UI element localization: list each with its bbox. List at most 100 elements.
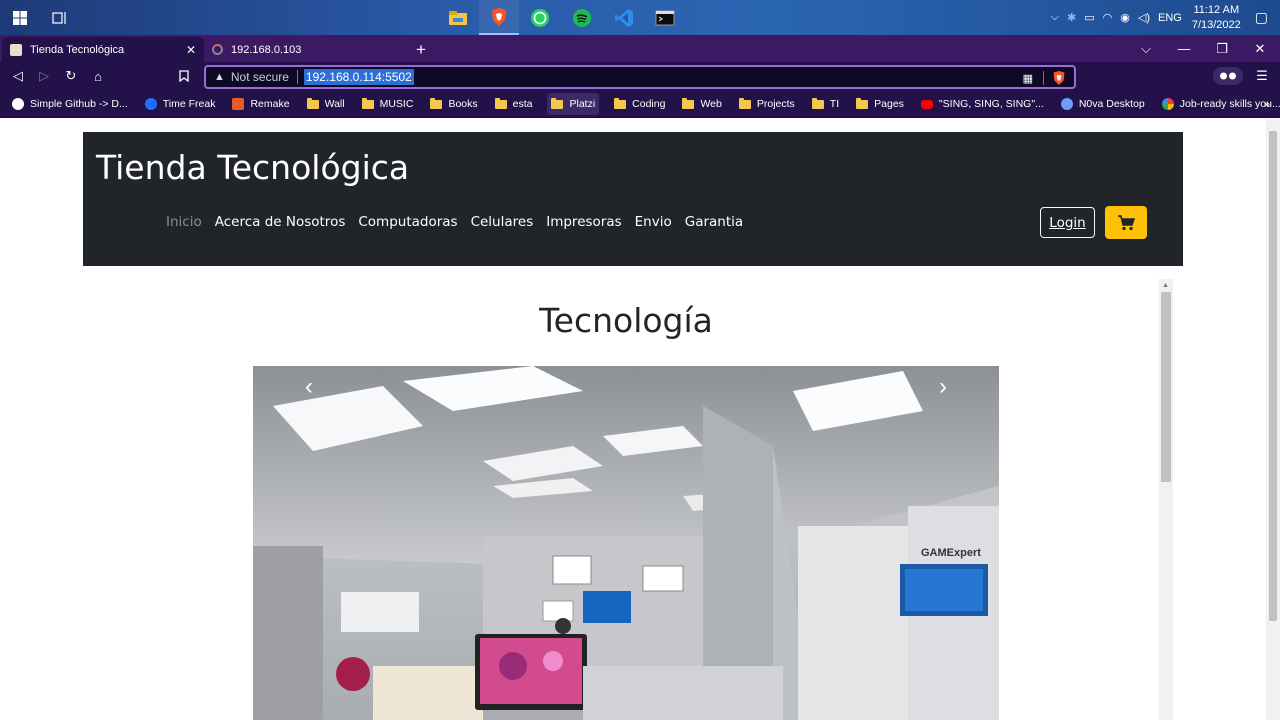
folder-icon — [306, 97, 319, 109]
bookmark-label: Pages — [874, 98, 904, 110]
content-scroll-thumb[interactable] — [1161, 292, 1171, 482]
remake-icon — [232, 98, 245, 110]
carousel-prev-button[interactable]: ‹ — [294, 372, 324, 402]
address-bar[interactable]: ▲ Not secure 192.168.0.114:5502 ▦ — [204, 65, 1076, 89]
windows-taskbar: ⌵ ✱ ▭ ◠ ◉ ◁) ENG 11:12 AM 7/13/2022 ▢ — [0, 0, 1280, 35]
minimize-icon[interactable]: — — [1165, 35, 1203, 62]
tab-search-icon[interactable]: ⌵ — [1127, 35, 1165, 62]
spotify-icon[interactable] — [562, 0, 602, 35]
scroll-up-icon[interactable]: ▲ — [1162, 282, 1169, 289]
bookmark-label: "SING, SING, SING"... — [938, 98, 1044, 110]
bookmark-item[interactable]: MUSIC — [360, 93, 416, 115]
google-icon — [1161, 98, 1174, 110]
bookmark-item[interactable]: Books — [428, 93, 479, 115]
chevron-up-icon[interactable]: ⌵ — [1051, 11, 1059, 24]
brave-shields-icon[interactable] — [1052, 70, 1066, 86]
folder-icon — [551, 97, 564, 109]
nav-link-envio[interactable]: Envio — [635, 214, 672, 230]
back-icon[interactable]: ◁ — [9, 67, 27, 85]
bookmark-item[interactable]: "SING, SING, SING"... — [919, 93, 1046, 115]
warning-icon[interactable]: ▲ — [214, 71, 225, 83]
language-indicator[interactable]: ENG — [1158, 12, 1182, 24]
bookmark-item[interactable]: N0va Desktop — [1059, 93, 1147, 115]
bookmark-label: N0va Desktop — [1078, 98, 1145, 110]
site-brand[interactable]: Tienda Tecnológica — [96, 148, 409, 187]
bookmark-item[interactable]: Remake — [230, 93, 291, 115]
restore-icon[interactable]: ❐ — [1203, 35, 1241, 62]
qr-code-icon[interactable]: ▦ — [1023, 72, 1033, 85]
bookmark-label: Time Freak — [162, 98, 216, 110]
bookmark-item[interactable]: Coding — [612, 93, 667, 115]
bookmark-icon[interactable] — [175, 67, 193, 85]
tab-192[interactable]: 192.168.0.103 — [204, 37, 400, 62]
login-button[interactable]: Login — [1040, 207, 1095, 238]
windows-start-icon[interactable] — [8, 0, 32, 35]
wifi-icon[interactable]: ◠ — [1103, 11, 1113, 24]
nav-link-garantia[interactable]: Garantia — [685, 214, 743, 230]
menu-icon[interactable]: ☰ — [1253, 67, 1271, 85]
page-scrollbar[interactable] — [1266, 119, 1280, 720]
bookmark-item[interactable]: Simple Github -> D... — [10, 93, 130, 115]
clock[interactable]: 11:12 AM 7/13/2022 — [1192, 3, 1241, 33]
bookmark-item[interactable]: Platzi — [547, 93, 600, 115]
incognito-icon[interactable] — [1213, 67, 1243, 85]
bookmark-item[interactable]: Pages — [854, 93, 906, 115]
carousel-next-button[interactable]: › — [928, 372, 958, 402]
folder-icon — [361, 97, 374, 109]
nav-link-inicio[interactable]: Inicio — [166, 214, 202, 230]
url-text[interactable]: 192.168.0.114:5502 — [303, 69, 414, 85]
folder-icon — [430, 97, 443, 109]
bookmark-label: Remake — [250, 98, 290, 110]
battery-icon[interactable]: ▭ — [1084, 11, 1094, 24]
bluetooth-icon[interactable]: ✱ — [1067, 11, 1076, 24]
nav-link-celulares[interactable]: Celulares — [471, 214, 534, 230]
nav-link-impresoras[interactable]: Impresoras — [546, 214, 621, 230]
reload-icon[interactable]: ↻ — [62, 67, 80, 85]
not-secure-label[interactable]: Not secure — [231, 70, 289, 84]
vscode-icon[interactable] — [604, 0, 644, 35]
folder-icon — [494, 97, 507, 109]
whatsapp-icon[interactable] — [520, 0, 560, 35]
brave-icon[interactable] — [479, 0, 519, 35]
bookmark-item[interactable]: Wall — [305, 93, 347, 115]
cart-button[interactable] — [1105, 206, 1147, 239]
omnibox-divider-2 — [1043, 71, 1044, 85]
bookmark-item[interactable]: Time Freak — [143, 93, 218, 115]
tab-tienda[interactable]: Tienda Tecnológica ✕ — [2, 37, 204, 62]
bookmark-label: Platzi — [569, 98, 596, 110]
window-close-icon[interactable]: ✕ — [1241, 35, 1279, 62]
nova-icon — [1060, 98, 1073, 110]
nav-link-computadoras[interactable]: Computadoras — [358, 214, 457, 230]
nav-link-acerca[interactable]: Acerca de Nosotros — [215, 214, 346, 230]
folder-icon — [811, 97, 824, 109]
bookmark-label: Wall — [324, 98, 345, 110]
loading-spinner-icon — [212, 44, 223, 55]
bookmark-item[interactable]: TI — [810, 93, 841, 115]
task-view-icon[interactable] — [48, 0, 72, 35]
file-explorer-icon[interactable] — [438, 0, 478, 35]
image-carousel[interactable]: GAMExpert ‹ › — [253, 366, 999, 720]
site-nav-links: Inicio Acerca de Nosotros Computadoras C… — [166, 214, 756, 230]
new-tab-button[interactable]: + — [408, 37, 434, 62]
store-photo: GAMExpert — [253, 366, 999, 720]
bookmark-label: Coding — [632, 98, 666, 110]
notification-icon[interactable]: ▢ — [1255, 9, 1268, 26]
omnibox-divider — [296, 70, 298, 84]
page-heading: Tecnología — [539, 301, 713, 340]
home-icon[interactable]: ⌂ — [89, 67, 107, 85]
bookmark-item[interactable]: Web — [680, 93, 723, 115]
content-scrollbar[interactable]: ▲ — [1159, 279, 1173, 720]
timefreak-icon — [144, 98, 157, 110]
bookmark-label: Books — [448, 98, 478, 110]
page-scroll-thumb[interactable] — [1269, 131, 1277, 621]
bookmarks-bar: Simple Github -> D... Time Freak Remake … — [0, 91, 1280, 118]
forward-icon[interactable]: ▷ — [35, 67, 53, 85]
tab-close-icon[interactable]: ✕ — [186, 43, 196, 57]
volume-icon[interactable]: ◁) — [1138, 11, 1150, 24]
clock-date: 7/13/2022 — [1191, 18, 1241, 31]
terminal-icon[interactable] — [645, 0, 685, 35]
bookmark-item[interactable]: Projects — [737, 93, 797, 115]
bookmark-item[interactable]: esta — [493, 93, 535, 115]
bookmarks-overflow-button[interactable]: » — [1262, 93, 1272, 115]
eye-icon[interactable]: ◉ — [1120, 11, 1130, 24]
